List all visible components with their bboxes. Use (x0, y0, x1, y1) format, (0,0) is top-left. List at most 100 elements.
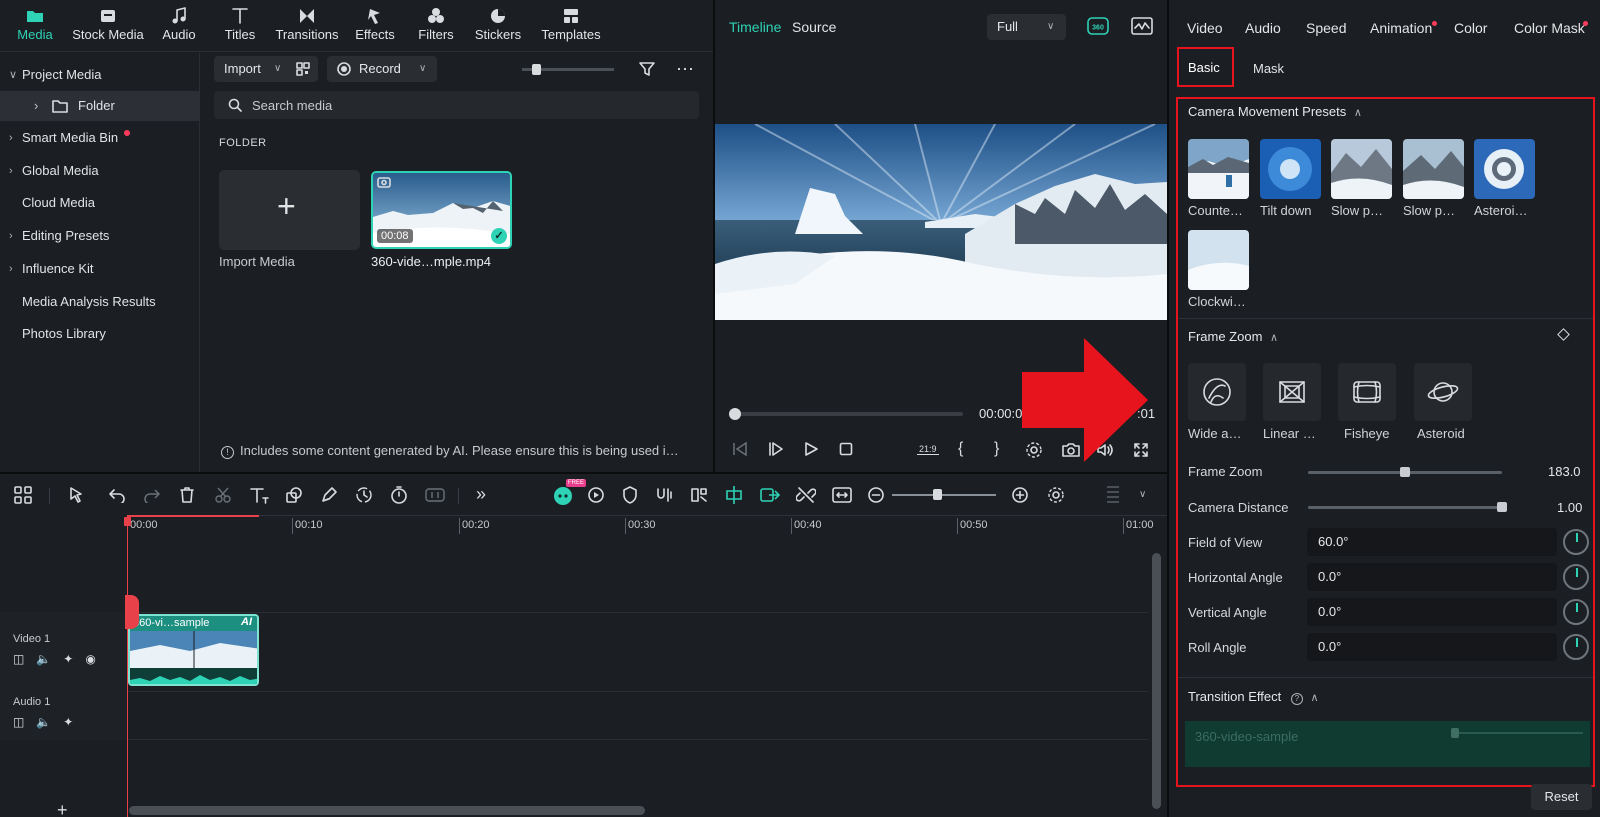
playhead-line[interactable] (127, 515, 128, 817)
preset-thumbnail[interactable] (1260, 139, 1321, 199)
360-view-icon[interactable]: 360 (1087, 16, 1109, 36)
transition-effect-header[interactable]: Transition Effect ? ∧ (1188, 689, 1319, 705)
folder-add-icon[interactable]: ◫ (13, 652, 36, 666)
vertical-angle-input[interactable]: 0.0° (1307, 598, 1557, 626)
subtab-basic[interactable]: Basic (1177, 47, 1234, 87)
work-area-bar[interactable] (127, 515, 259, 517)
vertical-scrollbar[interactable] (1152, 553, 1161, 809)
aspect-ratio-button[interactable]: 21:9 (917, 444, 939, 455)
fit-timeline-icon[interactable] (832, 486, 852, 504)
sidebar-influence-kit[interactable]: › Influence Kit (0, 254, 200, 284)
import-media-tile[interactable]: + (219, 170, 360, 250)
tab-effects[interactable]: Effects (352, 6, 398, 42)
frame-zoom-slider-knob[interactable] (1400, 467, 1410, 477)
horizontal-angle-dial[interactable] (1563, 564, 1589, 590)
tab-stickers[interactable]: Stickers (470, 6, 526, 42)
select-tool-icon[interactable] (68, 486, 86, 504)
timeline-settings-icon[interactable] (1047, 486, 1065, 504)
zoom-type-asteroid[interactable] (1414, 363, 1472, 421)
help-icon[interactable]: ? (1290, 693, 1303, 705)
search-media-input[interactable]: Search media (214, 91, 699, 119)
tab-color[interactable]: Color (1454, 20, 1487, 36)
preset-thumbnail[interactable] (1331, 139, 1392, 199)
drag-handle-icon[interactable] (1106, 484, 1120, 506)
roll-angle-dial[interactable] (1563, 634, 1589, 660)
filter-icon[interactable] (638, 60, 656, 78)
playhead-grip[interactable] (125, 595, 139, 629)
qr-code-icon[interactable] (296, 62, 310, 76)
zoom-type-wide-angle[interactable] (1188, 363, 1246, 421)
horizontal-scrollbar[interactable] (129, 806, 645, 815)
horizontal-angle-input[interactable]: 0.0° (1307, 563, 1557, 591)
tab-filters[interactable]: Filters (414, 6, 458, 42)
play-icon[interactable] (803, 441, 819, 457)
vertical-angle-dial[interactable] (1563, 599, 1589, 625)
preset-thumbnail[interactable] (1403, 139, 1464, 199)
freeze-frame-icon[interactable] (424, 487, 446, 503)
slider-knob[interactable] (532, 64, 541, 75)
redo-icon[interactable] (143, 487, 161, 503)
preview-video-frame[interactable] (715, 124, 1167, 320)
tab-animation[interactable]: Animation (1370, 20, 1432, 36)
roll-angle-input[interactable]: 0.0° (1307, 633, 1557, 661)
shield-icon[interactable] (622, 486, 638, 504)
record-button[interactable]: Record ∨ (327, 56, 437, 82)
sidebar-global-media[interactable]: › Global Media (0, 156, 200, 186)
zoom-type-linear[interactable] (1263, 363, 1321, 421)
camera-distance-slider[interactable] (1308, 506, 1502, 509)
layout-icon[interactable] (14, 486, 32, 504)
zoom-out-icon[interactable] (868, 487, 884, 503)
playhead-handle[interactable] (124, 517, 131, 526)
add-track-icon[interactable]: + (57, 800, 68, 817)
waveform-icon[interactable] (1131, 17, 1153, 35)
timer-icon[interactable] (390, 486, 408, 504)
split-screen-icon[interactable] (690, 486, 708, 504)
more-options-icon[interactable]: ⋯ (676, 59, 695, 80)
sidebar-folder[interactable]: › Folder (0, 91, 200, 121)
sidebar-editing-presets[interactable]: › Editing Presets (0, 221, 200, 251)
mark-out-icon[interactable]: } (994, 440, 999, 458)
video-clip[interactable]: 360-vi…sample AI (128, 614, 259, 686)
tab-color-mask[interactable]: Color Mask (1514, 20, 1585, 36)
sidebar-photos-library[interactable]: Photos Library (0, 319, 200, 349)
sidebar-media-analysis[interactable]: Media Analysis Results (0, 287, 200, 317)
tab-templates[interactable]: Templates (538, 6, 604, 42)
transition-clip-track[interactable]: 360-video-sample (1185, 721, 1590, 767)
magic-wand-icon[interactable]: ✦ (63, 715, 85, 729)
sidebar-smart-media-bin[interactable]: › Smart Media Bin (0, 123, 200, 153)
step-back-icon[interactable] (731, 441, 749, 457)
ai-robot-icon[interactable] (551, 484, 575, 506)
reset-button[interactable]: Reset (1531, 784, 1592, 810)
cut-icon[interactable] (214, 486, 232, 504)
preview-seek-bar[interactable] (735, 412, 963, 416)
tab-speed[interactable]: Speed (1306, 20, 1346, 36)
mark-in-icon[interactable]: { (958, 440, 963, 458)
preset-thumbnail[interactable] (1188, 230, 1249, 290)
auto-reframe-icon[interactable] (587, 486, 605, 504)
crop-icon[interactable] (285, 486, 303, 504)
text-tool-icon[interactable] (249, 486, 269, 504)
import-button[interactable]: Import ∨ (214, 56, 318, 82)
transition-slider-knob[interactable] (1451, 728, 1459, 738)
quality-select[interactable]: Full ∨ (987, 14, 1066, 40)
snap-icon[interactable] (724, 485, 744, 505)
fov-input[interactable]: 60.0° (1307, 528, 1557, 556)
tab-audio[interactable]: Audio (158, 6, 200, 42)
more-tools-icon[interactable]: » (476, 484, 486, 505)
transition-slider[interactable] (1453, 732, 1583, 734)
pen-icon[interactable] (320, 486, 338, 504)
tab-audio-props[interactable]: Audio (1245, 20, 1281, 36)
magnetic-track-icon[interactable] (759, 485, 781, 505)
zoom-type-fisheye[interactable] (1338, 363, 1396, 421)
tab-titles[interactable]: Titles (220, 6, 260, 42)
audio-stretch-icon[interactable] (655, 486, 673, 504)
camera-presets-header[interactable]: Camera Movement Presets ∧ (1188, 104, 1362, 119)
tab-media[interactable]: Media (14, 6, 56, 42)
zoom-in-icon[interactable] (1012, 487, 1028, 503)
fov-dial[interactable] (1563, 529, 1589, 555)
subtab-mask[interactable]: Mask (1253, 61, 1284, 76)
undo-icon[interactable] (108, 487, 126, 503)
camera-distance-slider-knob[interactable] (1497, 502, 1507, 512)
tab-timeline[interactable]: Timeline (729, 19, 781, 35)
chevron-down-icon[interactable]: ∨ (1139, 489, 1146, 500)
